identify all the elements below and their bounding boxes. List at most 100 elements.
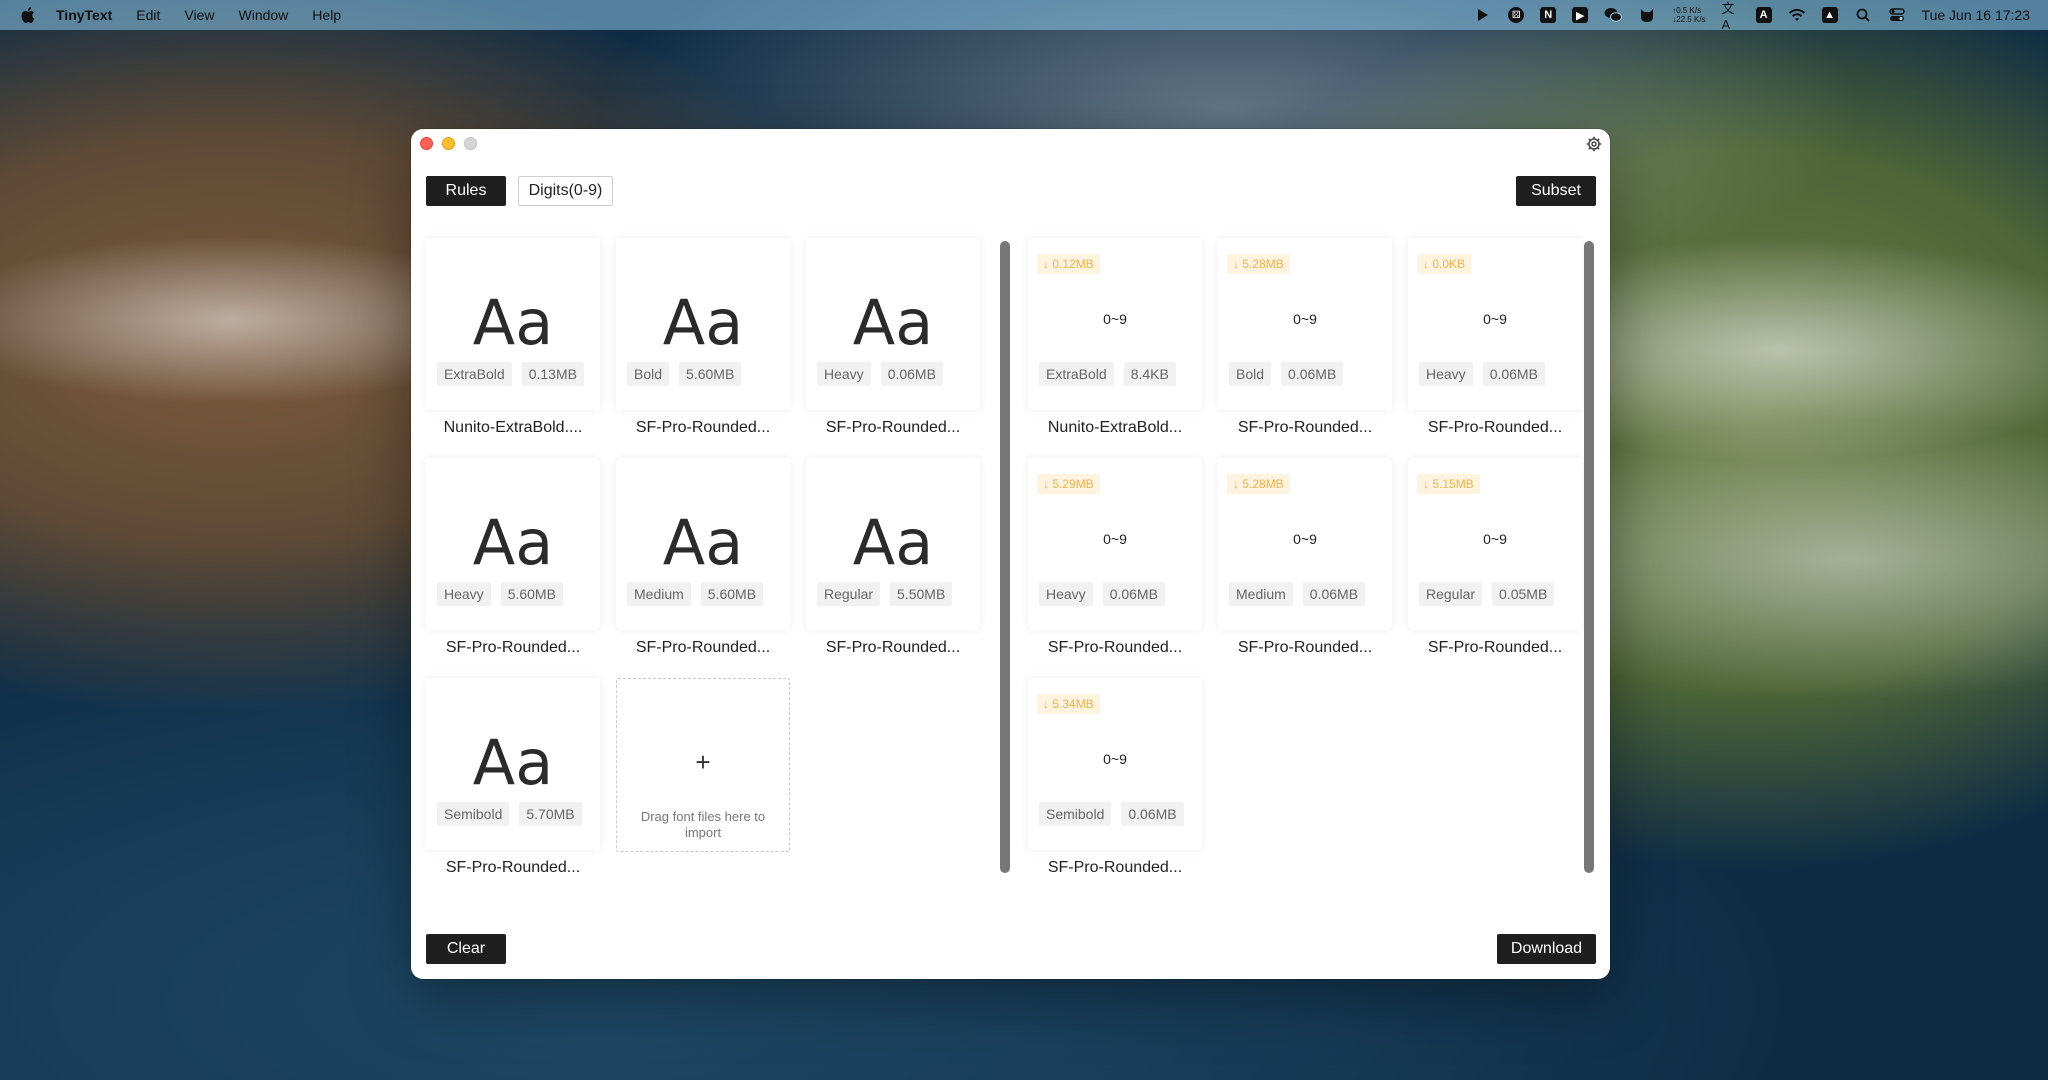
weight-badge: Heavy xyxy=(1039,582,1093,606)
font-meta: ExtraBold 0.13MB xyxy=(437,362,584,386)
plus-icon: + xyxy=(695,747,711,777)
font-preview-box[interactable]: ↓ 0.12MB 0~9 ExtraBold 8.4KB xyxy=(1028,238,1202,410)
font-file-name: Nunito-ExtraBold... xyxy=(1047,419,1183,436)
download-speed: ↓22.5 K/s xyxy=(1672,15,1706,24)
font-card[interactable]: Aa Bold 5.60MB SF-Pro-Rounded... xyxy=(616,238,790,447)
download-button[interactable]: Download xyxy=(1497,934,1596,964)
font-preview-box[interactable]: Aa Semibold 5.70MB xyxy=(426,678,600,850)
glyph-preview: Aa xyxy=(472,506,554,579)
app-menu-name[interactable]: TinyText xyxy=(56,7,112,23)
weight-badge: Semibold xyxy=(1039,802,1112,826)
font-card[interactable]: Aa Medium 5.60MB SF-Pro-Rounded... xyxy=(616,458,790,667)
font-card[interactable]: Aa Heavy 0.06MB SF-Pro-Rounded... xyxy=(806,238,980,447)
wechat-icon[interactable] xyxy=(1604,6,1623,24)
subset-font-card[interactable]: ↓ 0.12MB 0~9 ExtraBold 8.4KB Nunito-ExtraBol… xyxy=(1028,238,1202,447)
input-source-icon[interactable]: A xyxy=(1755,7,1772,23)
file-size-badge: 0.05MB xyxy=(1492,582,1555,606)
font-file-name: SF-Pro-Rounded... xyxy=(445,639,581,656)
font-file-name: SF-Pro-Rounded... xyxy=(825,639,961,656)
menu-view[interactable]: View xyxy=(184,7,214,23)
weight-badge: Semibold xyxy=(437,802,510,826)
size-saved-badge: ↓ 5.34MB xyxy=(1037,694,1100,714)
font-meta: Semibold 5.70MB xyxy=(437,802,582,826)
glyph-preview: 0~9 xyxy=(1293,531,1317,547)
right-scrollbar[interactable] xyxy=(1584,241,1596,873)
font-card[interactable]: Aa Heavy 5.60MB SF-Pro-Rounded... xyxy=(426,458,600,667)
font-preview-box[interactable]: ↓ 5.15MB 0~9 Regular 0.05MB xyxy=(1408,458,1582,630)
left-scroll-thumb[interactable] xyxy=(1000,241,1010,873)
file-size-badge: 0.06MB xyxy=(1281,362,1344,386)
font-preview-box[interactable]: ↓ 0.0KB 0~9 Heavy 0.06MB xyxy=(1408,238,1582,410)
font-preview-box[interactable]: Aa Regular 5.50MB xyxy=(806,458,980,630)
weight-badge: Medium xyxy=(1229,582,1293,606)
minimize-button[interactable] xyxy=(442,137,455,150)
font-preview-box[interactable]: Aa Heavy 5.60MB xyxy=(426,458,600,630)
size-saved-badge: ↓ 5.28MB xyxy=(1227,254,1290,274)
menu-help[interactable]: Help xyxy=(312,7,341,23)
menu-window[interactable]: Window xyxy=(239,7,289,23)
cursor-app-icon[interactable]: ▶ xyxy=(1572,7,1589,23)
rule-tag-digits[interactable]: Digits(0-9) xyxy=(518,176,613,206)
weight-badge: Heavy xyxy=(437,582,491,606)
gear-icon[interactable] xyxy=(1586,136,1602,152)
glyph-preview: Aa xyxy=(852,286,934,359)
apple-logo-icon[interactable] xyxy=(20,6,36,24)
subset-font-card[interactable]: ↓ 0.0KB 0~9 Heavy 0.06MB SF-Pro-Rounded... xyxy=(1408,238,1582,447)
font-preview-box[interactable]: Aa Bold 5.60MB xyxy=(616,238,790,410)
file-size-badge: 5.60MB xyxy=(700,582,764,606)
weight-badge: Regular xyxy=(817,582,881,606)
close-button[interactable] xyxy=(420,137,433,150)
rules-button[interactable]: Rules xyxy=(426,176,506,206)
subset-font-card[interactable]: ↓ 5.29MB 0~9 Heavy 0.06MB SF-Pro-Rounded... xyxy=(1028,458,1202,667)
font-card[interactable]: Aa ExtraBold 0.13MB Nunito-ExtraBold.... xyxy=(426,238,600,447)
font-file-name: SF-Pro-Rounded... xyxy=(1047,639,1183,656)
menubar-clock[interactable]: Tue Jun 16 17:23 xyxy=(1922,7,2030,23)
font-preview-box[interactable]: ↓ 5.29MB 0~9 Heavy 0.06MB xyxy=(1028,458,1202,630)
left-scrollbar[interactable] xyxy=(1000,241,1012,873)
photo-app-icon[interactable]: ▲ xyxy=(1821,7,1838,23)
translate-icon[interactable]: 文A xyxy=(1722,1,1740,32)
control-center-icon[interactable] xyxy=(1888,6,1906,24)
search-icon[interactable] xyxy=(1854,6,1872,24)
subset-font-card[interactable]: ↓ 5.28MB 0~9 Medium 0.06MB SF-Pro-Rounded... xyxy=(1218,458,1392,667)
font-meta: Heavy 5.60MB xyxy=(437,582,563,606)
subset-font-card[interactable]: ↓ 5.34MB 0~9 Semibold 0.06MB SF-Pro-Rounded.… xyxy=(1028,678,1202,887)
play-arrow-icon[interactable] xyxy=(1474,6,1492,24)
file-size-badge: 8.4KB xyxy=(1123,362,1176,386)
font-meta: Bold 0.06MB xyxy=(1229,362,1344,386)
glyph-preview: Aa xyxy=(662,506,744,579)
dice-icon[interactable]: ⚄ xyxy=(1508,7,1525,23)
subset-font-card[interactable]: ↓ 5.28MB 0~9 Bold 0.06MB SF-Pro-Rounded... xyxy=(1218,238,1392,447)
cat-icon[interactable] xyxy=(1638,6,1656,24)
glyph-preview: Aa xyxy=(472,286,554,359)
notion-icon[interactable]: N xyxy=(1540,7,1557,23)
font-preview-box[interactable]: Aa Heavy 0.06MB xyxy=(806,238,980,410)
font-preview-box[interactable]: ↓ 5.28MB 0~9 Bold 0.06MB xyxy=(1218,238,1392,410)
font-card[interactable]: Aa Regular 5.50MB SF-Pro-Rounded... xyxy=(806,458,980,667)
font-meta: Regular 0.05MB xyxy=(1419,582,1555,606)
status-tray: ⚄ N ▶ ↑0.5 K/s ↓22.5 K/s 文A A ▲ Tue Jun … xyxy=(1474,0,2030,32)
subset-button[interactable]: Subset xyxy=(1516,176,1596,206)
wifi-icon[interactable] xyxy=(1788,6,1806,24)
font-preview-box[interactable]: ↓ 5.34MB 0~9 Semibold 0.06MB xyxy=(1028,678,1202,850)
file-size-badge: 0.06MB xyxy=(880,362,943,386)
font-drop-zone[interactable]: + Drag font files here to import xyxy=(616,678,790,852)
menu-edit[interactable]: Edit xyxy=(136,7,160,23)
clear-button[interactable]: Clear xyxy=(426,934,506,964)
tinytext-window: Rules Digits(0-9) Subset + Drag font fil… xyxy=(411,129,1610,979)
font-card[interactable]: Aa Semibold 5.70MB SF-Pro-Rounded... xyxy=(426,678,600,887)
source-fonts-panel: + Drag font files here to import Aa Extra… xyxy=(426,238,1020,908)
font-meta: Heavy 0.06MB xyxy=(1039,582,1165,606)
subset-font-card[interactable]: ↓ 5.15MB 0~9 Regular 0.05MB SF-Pro-Rounded..… xyxy=(1408,458,1582,667)
font-file-name: SF-Pro-Rounded... xyxy=(635,419,771,436)
font-preview-box[interactable]: Aa ExtraBold 0.13MB xyxy=(426,238,600,410)
menu-bar: TinyText Edit View Window Help ⚄ N ▶ ↑0.… xyxy=(0,0,2048,32)
font-preview-box[interactable]: Aa Medium 5.60MB xyxy=(616,458,790,630)
glyph-preview: Aa xyxy=(662,286,744,359)
zoom-button[interactable] xyxy=(464,137,477,150)
right-scroll-thumb[interactable] xyxy=(1584,241,1594,873)
weight-badge: Bold xyxy=(1229,362,1272,386)
file-size-badge: 0.06MB xyxy=(1302,582,1366,606)
font-preview-box[interactable]: ↓ 5.28MB 0~9 Medium 0.06MB xyxy=(1218,458,1392,630)
glyph-preview: 0~9 xyxy=(1483,531,1507,547)
